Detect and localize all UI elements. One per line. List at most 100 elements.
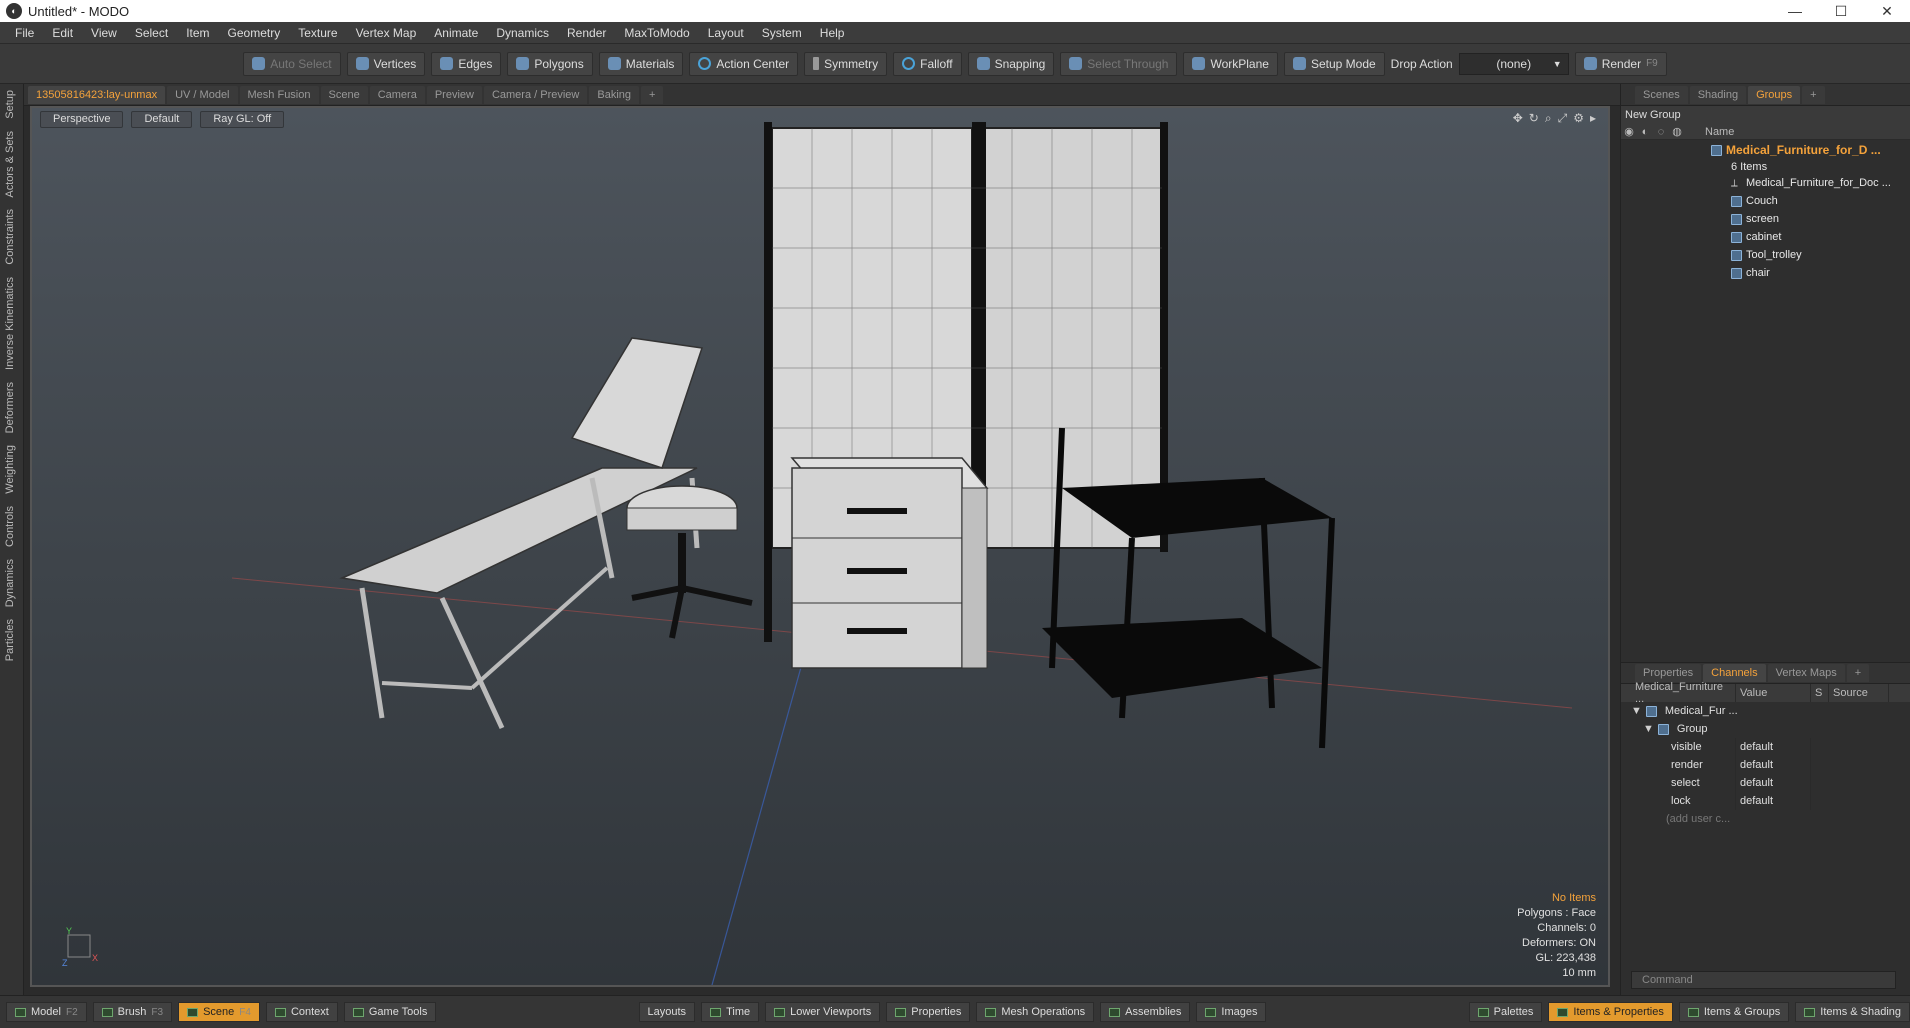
channels-group-row[interactable]: ▼ Group <box>1621 720 1910 738</box>
items-groups-button[interactable]: Items & Groups <box>1678 1002 1790 1022</box>
tab-constraints[interactable]: Constraints <box>0 203 20 271</box>
3d-viewport[interactable]: Perspective Default Ray GL: Off ✥ ↻ ⌕ ⤢ … <box>30 106 1610 987</box>
tab-deformers[interactable]: Deformers <box>0 376 20 439</box>
tab-shading[interactable]: Shading <box>1689 85 1747 104</box>
select-through-button[interactable]: Select Through <box>1060 51 1178 76</box>
lock-toggle-icon[interactable]: ◍ <box>1669 125 1685 138</box>
add-user-channel[interactable]: (add user c... <box>1621 810 1910 828</box>
menu-maxtomodo[interactable]: MaxToModo <box>615 26 698 40</box>
eye-icon[interactable]: ◉ <box>1621 125 1637 138</box>
menu-help[interactable]: Help <box>811 26 854 40</box>
tab-properties[interactable]: Properties <box>1635 664 1702 682</box>
auto-select-button[interactable]: Auto Select <box>243 51 341 76</box>
menu-edit[interactable]: Edit <box>43 26 82 40</box>
list-item[interactable]: ⟂ Medical_Furniture_for_Doc ... <box>1621 174 1910 192</box>
tab-layout-unmax[interactable]: 13505816423:lay-unmax <box>28 85 166 104</box>
model-layout-button[interactable]: Model F2 <box>6 1002 87 1022</box>
drop-action-dropdown[interactable]: (none) ▼ <box>1458 52 1569 75</box>
render-toggle-icon[interactable]: ◐ <box>1637 126 1653 138</box>
setup-mode-button[interactable]: Setup Mode <box>1283 51 1385 76</box>
mesh-operations-button[interactable]: Mesh Operations <box>976 1002 1095 1022</box>
tab-vertex-maps[interactable]: Vertex Maps <box>1767 664 1845 682</box>
workplane-button[interactable]: WorkPlane <box>1183 51 1278 76</box>
channel-value-dropdown[interactable]: default <box>1736 792 1811 810</box>
group-row[interactable]: Medical_Furniture_for_D ... <box>1621 140 1910 160</box>
maximize-button[interactable]: ☐ <box>1818 0 1864 22</box>
time-button[interactable]: Time <box>701 1002 760 1022</box>
close-button[interactable]: ✕ <box>1864 0 1910 22</box>
tab-weighting[interactable]: Weighting <box>0 439 20 500</box>
menu-texture[interactable]: Texture <box>289 26 346 40</box>
tab-mesh-fusion[interactable]: Mesh Fusion <box>239 85 319 104</box>
properties-button[interactable]: Properties <box>886 1002 971 1022</box>
add-prop-tab[interactable]: + <box>1846 664 1870 682</box>
game-tools-layout-button[interactable]: Game Tools <box>343 1002 437 1022</box>
channel-value-dropdown[interactable]: default <box>1736 756 1811 774</box>
context-layout-button[interactable]: Context <box>265 1002 338 1022</box>
falloff-button[interactable]: Falloff <box>893 51 962 76</box>
menu-item[interactable]: Item <box>177 26 218 40</box>
symmetry-button[interactable]: Symmetry <box>804 51 888 76</box>
menu-layout[interactable]: Layout <box>699 26 753 40</box>
channels-root-row[interactable]: ▼ Medical_Fur ... <box>1621 702 1910 720</box>
expand-icon[interactable]: ▼ <box>1639 720 1654 738</box>
channels-value-header[interactable]: Value <box>1736 684 1811 702</box>
brush-layout-button[interactable]: Brush F3 <box>92 1002 173 1022</box>
channel-row-lock[interactable]: lock default <box>1621 792 1910 810</box>
list-item[interactable]: screen <box>1621 210 1910 228</box>
materials-button[interactable]: Materials <box>598 51 684 76</box>
palettes-button[interactable]: Palettes <box>1468 1002 1543 1022</box>
tab-scene[interactable]: Scene <box>320 85 368 104</box>
tab-camera[interactable]: Camera <box>369 85 425 104</box>
action-center-button[interactable]: Action Center <box>689 51 799 76</box>
menu-system[interactable]: System <box>753 26 811 40</box>
tab-channels[interactable]: Channels <box>1703 664 1766 682</box>
menu-file[interactable]: File <box>6 26 43 40</box>
menu-vertex-map[interactable]: Vertex Map <box>347 26 426 40</box>
channel-value-dropdown[interactable]: default <box>1736 738 1811 756</box>
expand-icon[interactable]: ▼ <box>1627 702 1642 720</box>
list-item[interactable]: cabinet <box>1621 228 1910 246</box>
tab-setup[interactable]: Setup <box>0 84 20 125</box>
menu-view[interactable]: View <box>82 26 126 40</box>
tab-controls[interactable]: Controls <box>0 500 20 553</box>
tab-particles[interactable]: Particles <box>0 613 20 667</box>
layouts-button[interactable]: Layouts <box>638 1002 696 1022</box>
tab-preview[interactable]: Preview <box>426 85 482 104</box>
assemblies-button[interactable]: Assemblies <box>1100 1002 1191 1022</box>
items-shading-button[interactable]: Items & Shading <box>1795 1002 1910 1022</box>
vertices-button[interactable]: Vertices <box>346 51 426 76</box>
name-column-header[interactable]: Name <box>1685 126 1734 138</box>
add-panel-tab[interactable]: + <box>1802 85 1825 104</box>
list-item[interactable]: chair <box>1621 264 1910 282</box>
items-properties-button[interactable]: Items & Properties <box>1548 1002 1673 1022</box>
tab-uv-model[interactable]: UV / Model <box>167 85 238 104</box>
scene-layout-button[interactable]: Scene F4 <box>178 1002 260 1022</box>
channel-row-select[interactable]: select default <box>1621 774 1910 792</box>
channel-row-visible[interactable]: visible default <box>1621 738 1910 756</box>
tab-actors-sets[interactable]: Actors & Sets <box>0 125 20 204</box>
channel-row-render[interactable]: render default <box>1621 756 1910 774</box>
channels-name-header[interactable]: Medical_Furniture ... <box>1621 681 1736 705</box>
tab-camera-preview[interactable]: Camera / Preview <box>483 85 588 104</box>
render-button[interactable]: Render F9 <box>1574 51 1667 76</box>
polygons-button[interactable]: Polygons <box>507 51 593 76</box>
add-tab-button[interactable]: + <box>641 85 664 104</box>
list-item[interactable]: Tool_trolley <box>1621 246 1910 264</box>
tab-scenes[interactable]: Scenes <box>1635 85 1688 104</box>
tab-baking[interactable]: Baking <box>589 85 640 104</box>
menu-render[interactable]: Render <box>558 26 615 40</box>
tab-inverse-kinematics[interactable]: Inverse Kinematics <box>0 271 20 376</box>
channel-value-dropdown[interactable]: default <box>1736 774 1811 792</box>
menu-select[interactable]: Select <box>126 26 177 40</box>
lower-viewports-button[interactable]: Lower Viewports <box>765 1002 881 1022</box>
select-toggle-icon[interactable]: ◌ <box>1653 126 1669 138</box>
channels-s-header[interactable]: S <box>1811 684 1829 702</box>
tab-groups[interactable]: Groups <box>1748 85 1801 104</box>
menu-geometry[interactable]: Geometry <box>219 26 290 40</box>
edges-button[interactable]: Edges <box>431 51 502 76</box>
images-button[interactable]: Images <box>1196 1002 1267 1022</box>
command-input[interactable]: Command <box>1631 971 1896 989</box>
minimize-button[interactable]: — <box>1772 0 1818 22</box>
menu-animate[interactable]: Animate <box>425 26 487 40</box>
